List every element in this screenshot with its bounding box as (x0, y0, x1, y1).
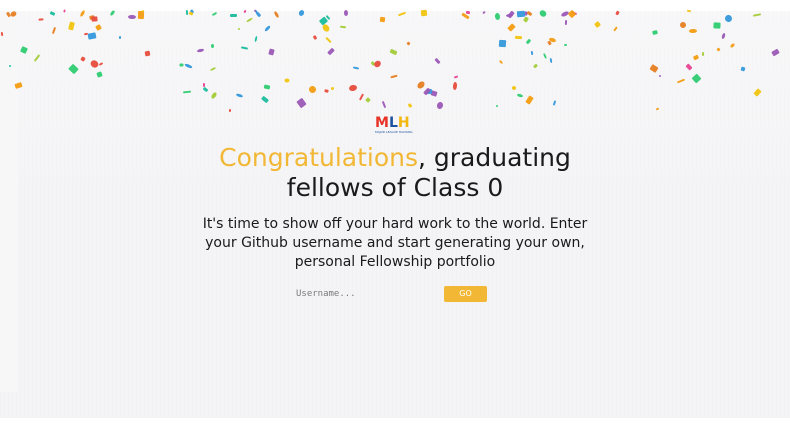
username-input[interactable] (296, 286, 436, 302)
go-button[interactable]: GO (444, 286, 487, 302)
page-headline: Congratulations, graduating fellows of Cl… (180, 143, 610, 203)
logo-letter-l: L (388, 115, 398, 131)
mlh-logo-mark: M L H (375, 116, 415, 130)
logo-letter-h: H (397, 115, 410, 131)
landing-stage (0, 0, 790, 418)
page: M L H MAJOR LEAGUE HACKING Congratulatio… (0, 0, 790, 442)
intro-text: It's time to show off your hard work to … (202, 216, 588, 270)
stage-edge (0, 12, 18, 392)
top-strip (0, 0, 790, 11)
logo-letter-m: M (375, 115, 389, 131)
logo-tagline: MAJOR LEAGUE HACKING (375, 130, 413, 134)
mlh-logo: M L H MAJOR LEAGUE HACKING (375, 116, 415, 135)
username-form: GO (290, 286, 490, 302)
headline-accent: Congratulations (219, 143, 419, 172)
headline-line-2: fellows of Class 0 (286, 173, 504, 202)
headline-rest: , graduating (418, 143, 571, 172)
